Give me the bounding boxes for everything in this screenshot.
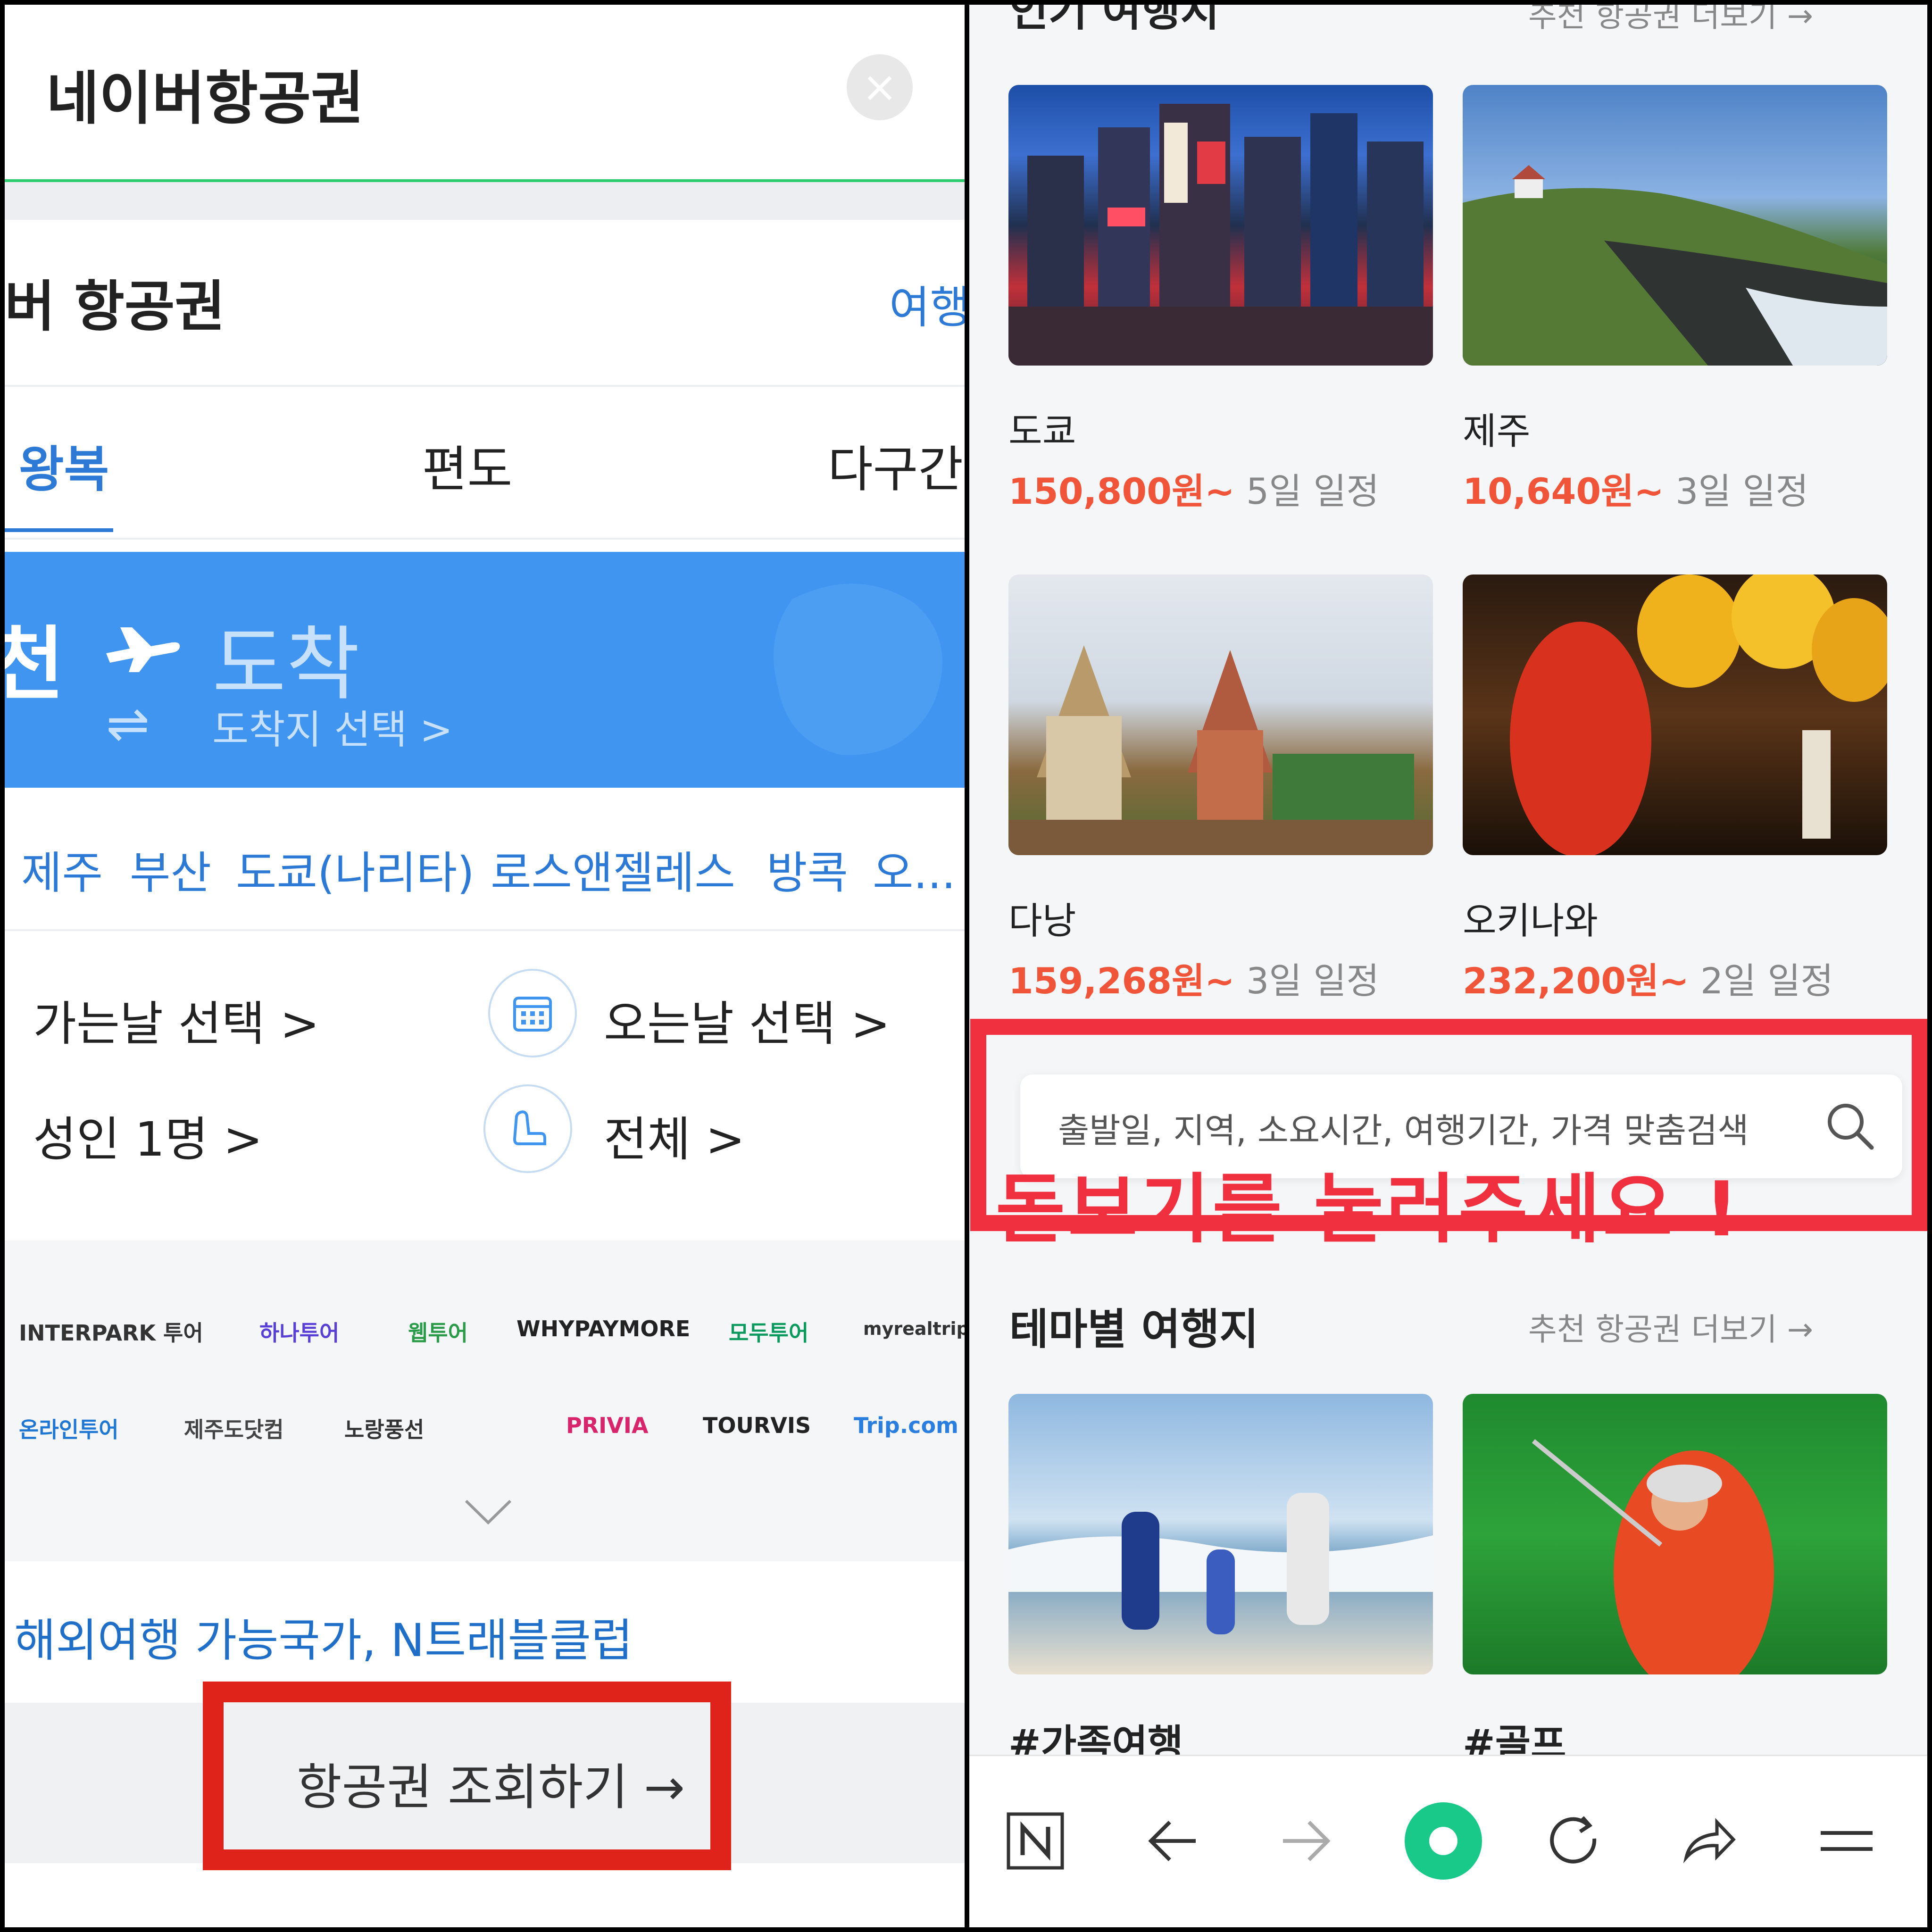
card-name: 오키나와 [1463,900,1599,942]
trip-days: 3일 일정 [1675,470,1809,512]
danang-pagoda-image [1008,645,1433,855]
danang-photo[interactable] [1008,575,1433,855]
world-map-decoration [774,583,942,755]
callout-instruction: 돋보기를 눌러주세요 ! [996,1165,1742,1253]
family-beach-image [1008,1493,1433,1634]
agency-logo[interactable]: WHYPAYMORE [516,1316,690,1341]
card-name: 도쿄 [1008,410,1076,453]
quick-destination-item[interactable]: 도쿄(나리타) [236,837,475,901]
card-price: 10,640원~ 3일 일정 [1463,462,1808,514]
app-header: 네이버항공권 × [5,5,965,182]
seat-class-select[interactable]: 전체 > [604,1101,745,1169]
chevron-down-icon[interactable] [462,1495,514,1528]
calendar-icon[interactable] [488,969,577,1058]
search-icon[interactable] [1822,1098,1879,1155]
close-button[interactable]: × [847,54,913,120]
tab-round-trip[interactable]: 왕복 [19,429,109,500]
quick-destination-item[interactable]: 제주 [21,837,103,901]
price: 10,640원~ [1463,470,1664,512]
agency-logo[interactable]: 제주도닷컴 [184,1413,284,1444]
jeju-coast-image [1463,165,1887,366]
departure-date-select[interactable]: 가는날 선택 > [33,985,319,1054]
card-price: 232,200원~ 2일 일정 [1463,952,1833,1004]
trip-days: 2일 일정 [1700,960,1834,1002]
naver-home-icon[interactable] [998,1803,1073,1879]
price: 159,268원~ [1008,960,1235,1002]
tokyo-skyline-image [1008,104,1433,366]
price: 150,800원~ [1008,470,1235,512]
agency-logo[interactable]: 하나투어 [259,1316,339,1347]
search-placeholder[interactable]: 출발일, 지역, 소요시간, 여행기간, 가격 맞춤검색 [1058,1103,1749,1152]
left-panel: 네이버항공권 × 버 항공권 여행 왕복 편도 다구간 천 도착 ⇌ 도착지 선… [5,5,965,1927]
okinawa-photo[interactable] [1463,575,1887,855]
agency-logo[interactable]: TOURVIS [703,1413,811,1438]
trip-type-tabs: 왕복 편도 다구간 [5,387,965,540]
agency-logo[interactable]: 온라인투어 [19,1413,119,1444]
agency-logo[interactable]: INTERPARK 투어 [19,1316,203,1347]
trip-days: 3일 일정 [1246,960,1380,1002]
quick-destination-item[interactable]: 부산 [130,837,211,901]
tab-one-way[interactable]: 편도 [422,429,512,500]
quick-destination-item[interactable]: 오... [873,837,956,901]
travel-link[interactable]: 여행 [889,272,965,336]
trip-days: 5일 일정 [1246,470,1380,512]
seat-icon[interactable] [483,1084,572,1173]
arrival-hint[interactable]: 도착지 선택 > [212,698,453,755]
theme-section-title: 테마별 여행지 [1009,1305,1259,1354]
sub-header: 버 항공권 여행 [5,220,965,387]
menu-icon[interactable] [1809,1803,1884,1879]
right-panel: 인기 여행지 추천 항공권 더보기 → 도쿄 150,800원~ 5일 일정 제… [969,5,1927,1927]
tab-multi-city[interactable]: 다구간 [828,429,963,500]
route-selector[interactable]: 천 도착 ⇌ 도착지 선택 > [5,552,965,788]
search-callout: 출발일, 지역, 소요시간, 여행기간, 가격 맞춤검색 돋보기를 눌러주세요 … [970,1019,1927,1253]
passenger-select[interactable]: 성인 1명 > [33,1101,263,1169]
card-price: 150,800원~ 5일 일정 [1008,462,1379,514]
quick-destinations: 제주 부산 도쿄(나리타) 로스앤젤레스 방콕 오... [5,788,965,931]
sub-header-title: 버 항공권 [5,275,225,339]
browser-navbar [969,1755,1927,1927]
search-flights-button[interactable]: 항공권 조회하기 → [203,1682,731,1870]
agency-logo[interactable]: 웹투어 [408,1316,468,1347]
okinawa-lantern-image [1510,575,1887,855]
green-dot-icon[interactable] [1396,1794,1491,1888]
quick-destination-item[interactable]: 방콕 [766,837,848,901]
share-icon[interactable] [1670,1803,1745,1879]
agency-logo[interactable]: PRIVIA [566,1413,649,1438]
popular-more-link[interactable]: 추천 항공권 더보기 → [1528,5,1813,36]
quick-destination-item[interactable]: 로스앤젤레스 [491,837,735,901]
travel-agencies: INTERPARK 투어 하나투어 웹투어 WHYPAYMORE 모두투어 my… [5,1241,965,1561]
swap-icon[interactable]: ⇌ [106,693,150,754]
golf-player-image [1532,1439,1774,1674]
forward-arrow-icon[interactable] [1269,1803,1344,1879]
departure-city[interactable]: 천 [5,599,64,715]
golf-photo[interactable] [1463,1394,1887,1674]
tokyo-photo[interactable] [1008,85,1433,366]
theme-more-link[interactable]: 추천 항공권 더보기 → [1528,1304,1813,1349]
active-tab-indicator [5,528,113,532]
date-passenger-section: 가는날 선택 > 오는날 선택 > 성인 1명 > 전체 > [5,931,965,1238]
promo-text[interactable]: 해외여행 가능국가, N트래블클럽 [14,1604,633,1669]
return-date-select[interactable]: 오는날 선택 > [604,985,890,1054]
refresh-icon[interactable] [1538,1803,1613,1879]
divider-band [5,182,965,220]
family-trip-photo[interactable] [1008,1394,1433,1674]
app-title: 네이버항공권 [46,65,364,132]
search-flights-label[interactable]: 항공권 조회하기 → [297,1747,685,1818]
card-name: 제주 [1463,410,1531,453]
price: 232,200원~ [1463,960,1689,1002]
agency-logo[interactable]: 모두투어 [729,1316,808,1347]
agency-logo[interactable]: Trip.com [854,1413,958,1438]
card-price: 159,268원~ 3일 일정 [1008,952,1379,1004]
back-arrow-icon[interactable] [1134,1803,1210,1879]
agency-logo[interactable]: 노랑풍선 [344,1413,424,1444]
airplane-icon [106,627,180,672]
jeju-photo[interactable] [1463,85,1887,366]
agency-logo[interactable]: myrealtrip [863,1318,965,1339]
popular-section-title: 인기 여행지 [1009,5,1220,36]
card-name: 다낭 [1008,900,1076,942]
